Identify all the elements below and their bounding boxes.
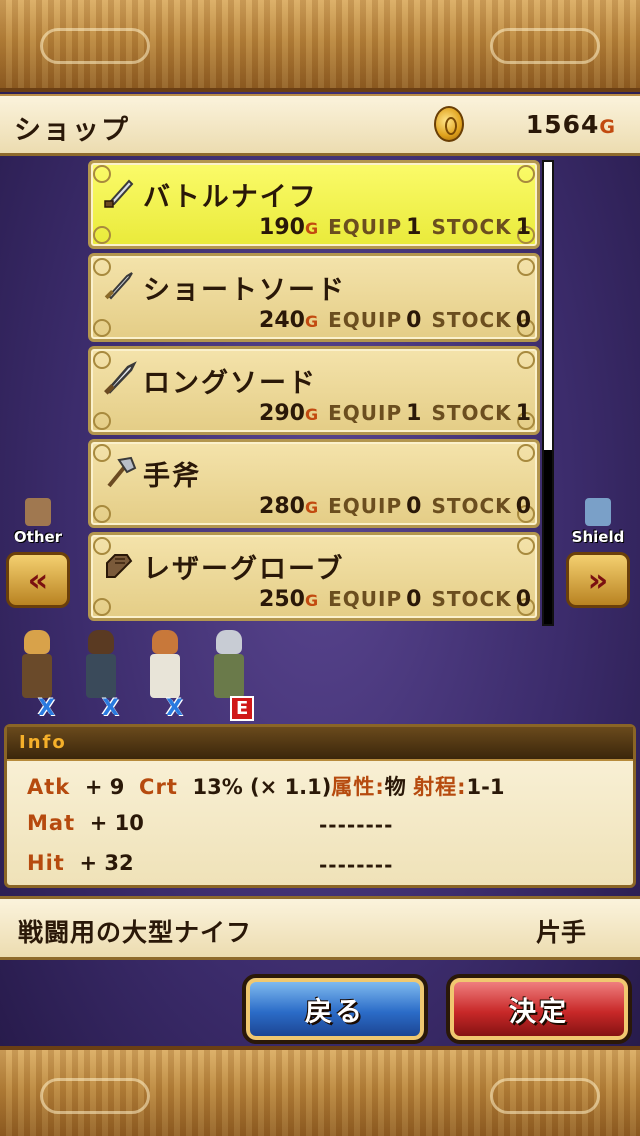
info-row-hit: Hit + 32 xyxy=(27,851,134,875)
item-description-bar: 戦闘用の大型ナイフ 片手 xyxy=(0,896,640,960)
nav-prev-label: Other xyxy=(13,528,63,546)
shield-category-icon xyxy=(585,498,611,526)
gold-amount: 1564G xyxy=(525,110,616,139)
short-sword-icon xyxy=(104,272,133,300)
item-description: 戦闘用の大型ナイフ xyxy=(18,918,253,947)
hand-axe-icon xyxy=(107,456,137,488)
info-panel: Info Atk + 9 Crt 13% (× 1.1)属性:物 射程:1-1 … xyxy=(4,724,636,888)
scrollbar-thumb[interactable] xyxy=(544,450,552,624)
info-title: Info xyxy=(7,727,633,761)
item-name: レザーグローブ xyxy=(143,554,345,585)
party-member-3[interactable]: X xyxy=(142,628,188,721)
nav-next-label: Shield xyxy=(571,528,625,546)
cannot-equip-mark: X xyxy=(102,696,119,721)
item-handedness: 片手 xyxy=(535,918,586,947)
item-list: バトルナイフ 190G EQUIP 1 STOCK 1 ショートソード 240G EQUI… xyxy=(88,160,540,625)
party-member-4[interactable]: E xyxy=(206,628,255,721)
item-stats: 240G EQUIP 0 STOCK 0 xyxy=(259,308,531,333)
item-name: ショートソード xyxy=(143,275,346,306)
long-sword-icon xyxy=(104,361,137,395)
frame-ornament-left xyxy=(40,1078,150,1114)
bottom-ornate-frame xyxy=(0,1046,640,1136)
info-empty-slot-1: -------- xyxy=(319,813,394,837)
frame-ornament-left xyxy=(40,28,150,64)
item-stats: 290G EQUIP 1 STOCK 1 xyxy=(259,401,531,426)
item-name: ロングソード xyxy=(143,368,317,399)
right-arrow-icon[interactable]: » xyxy=(566,552,630,608)
item-stats: 280G EQUIP 0 STOCK 0 xyxy=(259,494,531,519)
item-name: 手斧 xyxy=(143,461,201,492)
confirm-button[interactable]: 決定 xyxy=(446,974,632,1044)
character-4-sprite xyxy=(216,630,242,654)
knife-icon xyxy=(104,179,134,208)
item-name: バトルナイフ xyxy=(143,182,318,213)
frame-ornament-right xyxy=(490,1078,600,1114)
equipped-mark: E xyxy=(230,696,255,721)
item-row-hand-axe[interactable]: 手斧 280G EQUIP 0 STOCK 0 xyxy=(88,439,540,528)
item-stats: 250G EQUIP 0 STOCK 0 xyxy=(259,587,531,612)
nav-next-category[interactable]: Shield » xyxy=(566,498,630,608)
item-row-leather-glove[interactable]: レザーグローブ 250G EQUIP 0 STOCK 0 xyxy=(88,532,540,621)
item-row-long-sword[interactable]: ロングソード 290G EQUIP 1 STOCK 1 xyxy=(88,346,540,435)
character-3-sprite xyxy=(152,630,178,654)
info-row-atk: Atk + 9 Crt 13% (× 1.1)属性:物 射程:1-1 xyxy=(27,775,505,799)
cannot-equip-mark: X xyxy=(166,696,183,721)
info-row-mat: Mat + 10 xyxy=(27,811,144,835)
frame-ornament-right xyxy=(490,28,600,64)
other-category-icon xyxy=(25,498,51,526)
character-2-sprite xyxy=(88,630,114,654)
party-member-1[interactable]: X xyxy=(14,628,60,721)
item-stats: 190G EQUIP 1 STOCK 1 xyxy=(259,215,531,240)
character-1-sprite xyxy=(24,630,50,654)
item-row-short-sword[interactable]: ショートソード 240G EQUIP 0 STOCK 0 xyxy=(88,253,540,342)
item-list-scrollbar[interactable] xyxy=(542,160,554,626)
leather-glove-icon xyxy=(106,554,133,578)
item-row-battle-knife[interactable]: バトルナイフ 190G EQUIP 1 STOCK 1 xyxy=(88,160,540,249)
top-ornate-frame xyxy=(0,0,640,92)
gold-coin-icon xyxy=(434,106,464,142)
left-arrow-icon[interactable]: « xyxy=(6,552,70,608)
back-button[interactable]: 戻る xyxy=(242,974,428,1044)
party-member-2[interactable]: X xyxy=(78,628,124,721)
page-title: ショップ xyxy=(14,115,130,146)
nav-prev-category[interactable]: Other « xyxy=(6,498,70,608)
info-empty-slot-2: -------- xyxy=(319,853,394,877)
cannot-equip-mark: X xyxy=(38,696,55,721)
